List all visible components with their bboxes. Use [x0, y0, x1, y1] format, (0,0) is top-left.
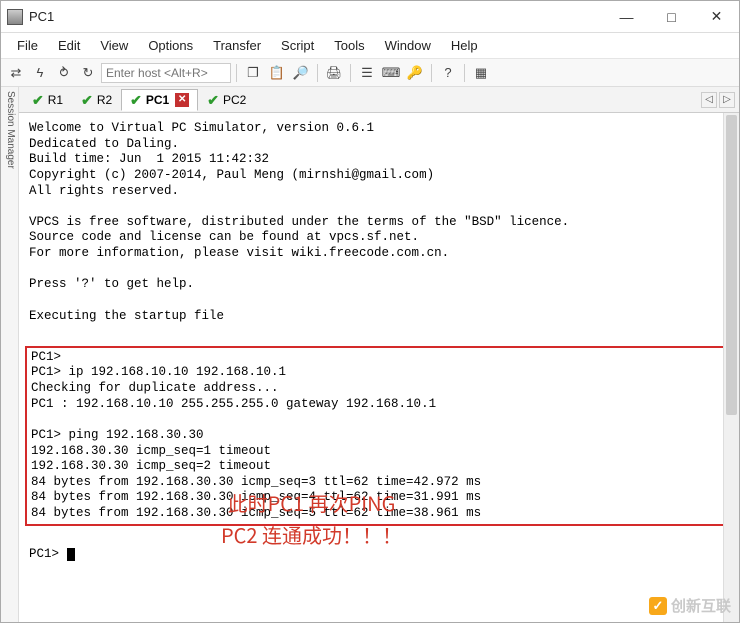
tab-nav-right-icon[interactable]: ▷ [719, 92, 735, 108]
menu-tools[interactable]: Tools [324, 35, 374, 56]
terminal-intro-text: Welcome to Virtual PC Simulator, version… [29, 121, 569, 323]
emulation-icon[interactable]: ⌨ [380, 62, 402, 84]
tab-r2[interactable]: ✔ R2 [72, 89, 121, 111]
toggle-icon[interactable]: ⥁ [53, 62, 75, 84]
check-icon: ✔ [207, 93, 219, 107]
menu-transfer[interactable]: Transfer [203, 35, 271, 56]
separator [350, 64, 351, 82]
annotation-line1: 此时PC1 再次PING [221, 487, 402, 519]
watermark-text: 创新互联 [671, 595, 731, 616]
find-icon[interactable]: 🔎 [290, 62, 312, 84]
menu-script[interactable]: Script [271, 35, 324, 56]
tab-pc2[interactable]: ✔ PC2 [198, 89, 255, 111]
properties-icon[interactable]: ☰ [356, 62, 378, 84]
tab-close-icon[interactable]: ✕ [175, 93, 189, 107]
check-icon: ✔ [32, 93, 44, 107]
menu-view[interactable]: View [90, 35, 138, 56]
help-icon[interactable]: ? [437, 62, 459, 84]
separator [431, 64, 432, 82]
cursor-icon [67, 548, 75, 561]
session-manager-label: Session Manager [5, 91, 16, 169]
copy-icon[interactable]: ❐ [242, 62, 264, 84]
window-title: PC1 [29, 9, 604, 24]
tab-strip: ✔ R1 ✔ R2 ✔ PC1 ✕ ✔ PC2 ◁ ▷ [19, 87, 739, 113]
print-icon[interactable]: 🖨 [323, 62, 345, 84]
tab-r1[interactable]: ✔ R1 [23, 89, 72, 111]
session-manager-rail[interactable]: Session Manager [1, 87, 19, 622]
close-button[interactable]: ✕ [694, 1, 739, 32]
toolbar: ⇄ ϟ ⥁ ↻ ❐ 📋 🔎 🖨 ☰ ⌨ 🔑 ? ▦ [1, 59, 739, 87]
lightning-icon[interactable]: ϟ [29, 62, 51, 84]
minimize-button[interactable]: — [604, 1, 649, 32]
maximize-button[interactable]: □ [649, 1, 694, 32]
separator [464, 64, 465, 82]
menu-file[interactable]: File [7, 35, 48, 56]
app-icon [7, 9, 23, 25]
window-controls: — □ ✕ [604, 1, 739, 32]
tab-label: R1 [48, 93, 63, 107]
host-input[interactable] [101, 63, 231, 83]
scroll-thumb[interactable] [726, 115, 737, 415]
key-icon[interactable]: 🔑 [404, 62, 426, 84]
paste-icon[interactable]: 📋 [266, 62, 288, 84]
check-icon: ✔ [130, 93, 142, 107]
window-list-icon[interactable]: ▦ [470, 62, 492, 84]
separator [317, 64, 318, 82]
separator [236, 64, 237, 82]
tab-label: PC1 [146, 93, 169, 107]
menu-window[interactable]: Window [375, 35, 441, 56]
tab-nav-left-icon[interactable]: ◁ [701, 92, 717, 108]
titlebar: PC1 — □ ✕ [1, 1, 739, 33]
watermark-icon [649, 597, 667, 615]
menu-help[interactable]: Help [441, 35, 488, 56]
connect-icon[interactable]: ⇄ [5, 62, 27, 84]
menu-bar: File Edit View Options Transfer Script T… [1, 33, 739, 59]
terminal-prompt: PC1> [29, 547, 67, 561]
tab-label: R2 [97, 93, 112, 107]
menu-edit[interactable]: Edit [48, 35, 90, 56]
tab-nav: ◁ ▷ [701, 92, 735, 108]
watermark: 创新互联 [649, 595, 731, 616]
vertical-scrollbar[interactable] [723, 113, 739, 622]
check-icon: ✔ [81, 93, 93, 107]
annotation-overlay: 此时PC1 再次PING PC2 连通成功！！！ [221, 487, 402, 551]
menu-options[interactable]: Options [138, 35, 203, 56]
annotation-line2: PC2 连通成功！！！ [221, 519, 402, 551]
tab-label: PC2 [223, 93, 246, 107]
reconnect-icon[interactable]: ↻ [77, 62, 99, 84]
app-window: PC1 — □ ✕ File Edit View Options Transfe… [0, 0, 740, 623]
tab-pc1[interactable]: ✔ PC1 ✕ [121, 89, 198, 111]
